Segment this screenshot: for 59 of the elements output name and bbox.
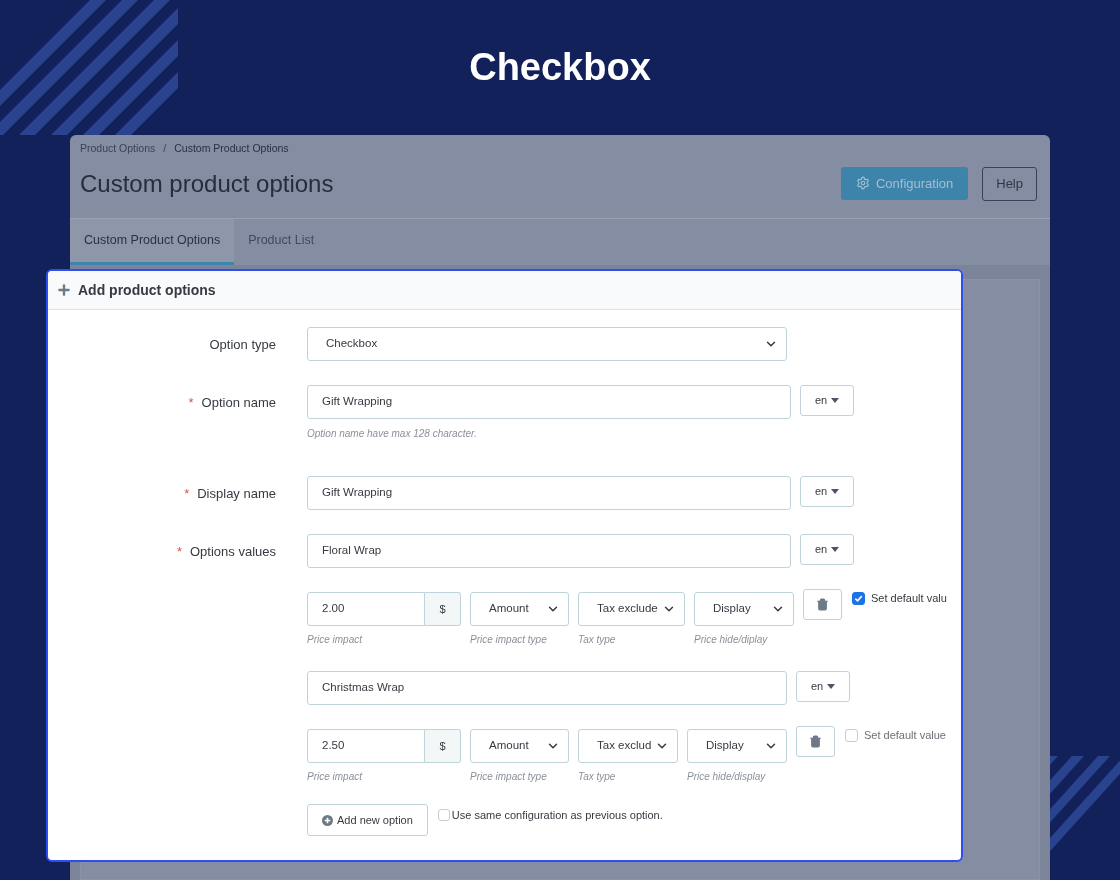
breadcrumb-current: Custom Product Options: [174, 141, 289, 156]
checkbox-label: Use same configuration as previous option.: [451, 808, 663, 823]
help-button[interactable]: Help: [982, 166, 1037, 201]
checkbox[interactable]: [437, 809, 450, 822]
hint-text: Price impact type: [470, 633, 548, 647]
plus-icon: [56, 282, 72, 298]
delete-button[interactable]: [803, 589, 842, 620]
hint-text: Tax type: [578, 770, 617, 784]
tax-type-select[interactable]: Tax exclud: [578, 729, 678, 763]
price-field[interactable]: 2.00: [307, 592, 425, 626]
field-label: Options values: [190, 543, 276, 561]
hint-text: Price impact: [307, 633, 364, 647]
add-option-button[interactable]: Add new option: [307, 804, 428, 836]
plus-circle-icon: [322, 814, 333, 826]
hint-text: Tax type: [578, 633, 617, 647]
option-type-select[interactable]: Checkbox: [307, 327, 787, 361]
required-mark: *: [188, 394, 194, 412]
language-dropdown[interactable]: en: [796, 671, 851, 702]
tab[interactable]: Custom Product Options: [70, 218, 235, 265]
hint-text: Price impact: [307, 770, 364, 784]
checkbox[interactable]: [852, 591, 865, 605]
delete-button[interactable]: [796, 726, 835, 757]
hint-text: Price hide/display: [687, 770, 767, 784]
price-field[interactable]: 2.50: [307, 729, 425, 763]
caret-icon: [831, 398, 840, 403]
help-text: Option name have max 128 character.: [307, 427, 478, 441]
breadcrumb-separator: /: [163, 141, 167, 156]
field-label: Option type: [209, 336, 276, 354]
page-title: Custom product options: [80, 168, 334, 199]
required-mark: *: [184, 485, 190, 503]
text-field[interactable]: Floral Wrap: [307, 534, 791, 568]
card-title: Add product options: [78, 280, 216, 300]
visibility-select[interactable]: Display: [687, 729, 787, 763]
language-dropdown[interactable]: en: [800, 385, 855, 416]
text-field[interactable]: Gift Wrapping: [307, 476, 791, 510]
checkbox[interactable]: [845, 728, 858, 742]
hint-text: Price hide/diplay: [694, 633, 769, 647]
required-mark: *: [176, 543, 182, 561]
page-heading: Checkbox: [469, 48, 651, 86]
caret-icon: [831, 489, 840, 494]
caret-icon: [831, 547, 840, 552]
text-field[interactable]: Gift Wrapping: [307, 385, 791, 419]
language-dropdown[interactable]: en: [800, 534, 855, 565]
impact-type-select[interactable]: Amount: [470, 729, 569, 763]
trash-icon: [816, 598, 829, 611]
tax-type-select[interactable]: Tax exclude: [578, 592, 685, 626]
field-label: Display name: [197, 485, 276, 503]
checkbox-label: Set default value: [864, 728, 946, 743]
text-field[interactable]: Christmas Wrap: [307, 671, 787, 705]
field-label: Option name: [201, 394, 276, 412]
trash-icon: [809, 735, 822, 748]
language-dropdown[interactable]: en: [800, 476, 855, 507]
currency-addon: $: [425, 729, 461, 763]
visibility-select[interactable]: Display: [694, 592, 794, 626]
currency-addon: $: [425, 592, 461, 626]
hint-text: Price impact type: [470, 770, 548, 784]
checkbox-label: Set default valu: [871, 591, 947, 606]
impact-type-select[interactable]: Amount: [470, 592, 569, 626]
caret-icon: [827, 684, 836, 689]
